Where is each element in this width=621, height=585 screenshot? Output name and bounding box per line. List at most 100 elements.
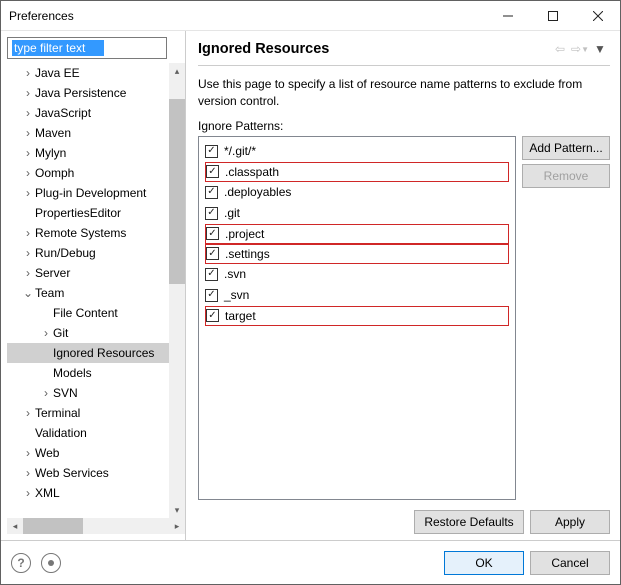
pattern-item[interactable]: .classpath	[205, 162, 509, 182]
chevron-right-icon[interactable]: ›	[21, 63, 35, 83]
pattern-item[interactable]: .settings	[205, 244, 509, 264]
restore-defaults-button[interactable]: Restore Defaults	[414, 510, 524, 534]
tree-item-oomph[interactable]: ›Oomph	[7, 163, 169, 183]
tree-item-file-content[interactable]: File Content	[7, 303, 169, 323]
add-pattern-button[interactable]: Add Pattern...	[522, 136, 610, 160]
tree-item-label: Git	[53, 326, 68, 340]
tree-item-label: Java Persistence	[35, 86, 126, 100]
titlebar: Preferences	[1, 1, 620, 31]
pattern-item[interactable]: target	[205, 306, 509, 326]
back-icon[interactable]: ⇦	[550, 39, 570, 59]
help-icon[interactable]: ?	[11, 553, 31, 573]
chevron-right-icon[interactable]: ›	[21, 163, 35, 183]
tree-item-maven[interactable]: ›Maven	[7, 123, 169, 143]
tree-item-plug-in-development[interactable]: ›Plug-in Development	[7, 183, 169, 203]
tree-item-web-services[interactable]: ›Web Services	[7, 463, 169, 483]
pattern-label: target	[225, 309, 256, 323]
pattern-item[interactable]: _svn	[205, 285, 509, 306]
chevron-right-icon[interactable]: ›	[21, 443, 35, 463]
tree-item-java-ee[interactable]: ›Java EE	[7, 63, 169, 83]
scroll-thumb[interactable]	[169, 99, 185, 284]
tree-item-terminal[interactable]: ›Terminal	[7, 403, 169, 423]
tree-item-java-persistence[interactable]: ›Java Persistence	[7, 83, 169, 103]
cancel-button[interactable]: Cancel	[530, 551, 610, 575]
close-button[interactable]	[575, 1, 620, 30]
chevron-down-icon[interactable]: ⌄	[21, 283, 35, 303]
page-heading: Ignored Resources	[198, 41, 550, 57]
apply-button[interactable]: Apply	[530, 510, 610, 534]
chevron-right-icon[interactable]: ›	[21, 183, 35, 203]
checkbox-icon[interactable]	[206, 227, 219, 240]
heading-row: Ignored Resources ⇦ ⇨▼ ▼	[198, 39, 610, 66]
horizontal-scrollbar[interactable]: ◂ ▸	[7, 518, 185, 534]
checkbox-icon[interactable]	[205, 268, 218, 281]
pattern-label: */.git/*	[224, 144, 256, 158]
chevron-right-icon[interactable]: ›	[21, 123, 35, 143]
pattern-item[interactable]: .svn	[205, 264, 509, 285]
menu-icon[interactable]: ▼	[590, 39, 610, 59]
vertical-scrollbar[interactable]: ▴ ▾	[169, 63, 185, 518]
ok-button[interactable]: OK	[444, 551, 524, 575]
pattern-label: _svn	[224, 288, 249, 302]
progress-icon[interactable]	[41, 553, 61, 573]
tree-item-label: Team	[35, 286, 64, 300]
tree-item-label: Server	[35, 266, 70, 280]
tree-item-web[interactable]: ›Web	[7, 443, 169, 463]
ignore-patterns-list[interactable]: */.git/* .classpath.deployables.git.proje…	[198, 136, 516, 500]
chevron-right-icon[interactable]: ›	[21, 263, 35, 283]
pattern-item[interactable]: .git	[205, 203, 509, 224]
tree-item-ignored-resources[interactable]: Ignored Resources	[7, 343, 169, 363]
tree-item-run-debug[interactable]: ›Run/Debug	[7, 243, 169, 263]
tree-item-team[interactable]: ⌄Team	[7, 283, 169, 303]
scroll-left-icon[interactable]: ◂	[7, 518, 23, 534]
maximize-button[interactable]	[530, 1, 575, 30]
chevron-right-icon[interactable]: ›	[21, 463, 35, 483]
scroll-right-icon[interactable]: ▸	[169, 518, 185, 534]
checkbox-icon[interactable]	[206, 165, 219, 178]
chevron-right-icon[interactable]: ›	[21, 243, 35, 263]
chevron-right-icon[interactable]: ›	[21, 403, 35, 423]
preferences-tree[interactable]: ›Java EE›Java Persistence›JavaScript›Mav…	[7, 63, 169, 518]
filter-field[interactable]	[7, 37, 167, 59]
checkbox-icon[interactable]	[205, 145, 218, 158]
chevron-right-icon[interactable]: ›	[21, 223, 35, 243]
scroll-down-icon[interactable]: ▾	[169, 502, 185, 518]
tree-item-server[interactable]: ›Server	[7, 263, 169, 283]
tree-item-mylyn[interactable]: ›Mylyn	[7, 143, 169, 163]
checkbox-icon[interactable]	[205, 289, 218, 302]
checkbox-icon[interactable]	[206, 309, 219, 322]
remove-button[interactable]: Remove	[522, 164, 610, 188]
forward-icon[interactable]: ⇨▼	[570, 39, 590, 59]
left-pane: ›Java EE›Java Persistence›JavaScript›Mav…	[1, 31, 186, 540]
page-description: Use this page to specify a list of resou…	[198, 76, 610, 111]
chevron-right-icon[interactable]: ›	[39, 383, 53, 403]
pattern-item[interactable]: */.git/*	[205, 141, 509, 162]
checkbox-icon[interactable]	[206, 247, 219, 260]
pattern-item[interactable]: .deployables	[205, 182, 509, 203]
checkbox-icon[interactable]	[205, 207, 218, 220]
tree-item-javascript[interactable]: ›JavaScript	[7, 103, 169, 123]
pattern-item[interactable]: .project	[205, 224, 509, 244]
bottom-buttons: Restore Defaults Apply	[198, 510, 610, 534]
filter-input[interactable]	[12, 40, 104, 56]
tree-item-xml[interactable]: ›XML	[7, 483, 169, 503]
chevron-right-icon[interactable]: ›	[21, 483, 35, 503]
minimize-button[interactable]	[485, 1, 530, 30]
tree-item-label: Web Services	[35, 466, 109, 480]
checkbox-icon[interactable]	[205, 186, 218, 199]
tree-item-remote-systems[interactable]: ›Remote Systems	[7, 223, 169, 243]
chevron-right-icon[interactable]: ›	[39, 323, 53, 343]
pattern-label: .svn	[224, 267, 246, 281]
tree-item-models[interactable]: Models	[7, 363, 169, 383]
chevron-right-icon[interactable]: ›	[21, 83, 35, 103]
chevron-right-icon[interactable]: ›	[21, 143, 35, 163]
tree-item-git[interactable]: ›Git	[7, 323, 169, 343]
window-title: Preferences	[9, 9, 485, 23]
hscroll-thumb[interactable]	[23, 518, 83, 534]
tree-item-label: XML	[35, 486, 60, 500]
tree-item-validation[interactable]: Validation	[7, 423, 169, 443]
scroll-up-icon[interactable]: ▴	[169, 63, 185, 79]
tree-item-svn[interactable]: ›SVN	[7, 383, 169, 403]
tree-item-propertieseditor[interactable]: PropertiesEditor	[7, 203, 169, 223]
chevron-right-icon[interactable]: ›	[21, 103, 35, 123]
